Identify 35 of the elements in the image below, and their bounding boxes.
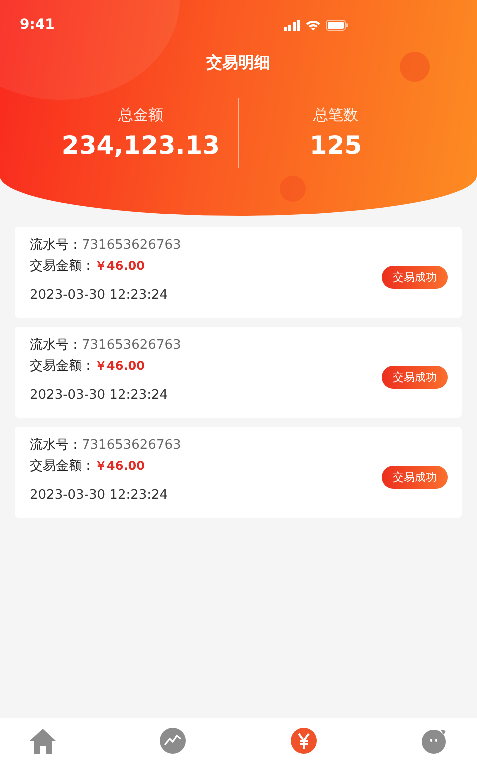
page-title: 交易明细 [206, 53, 270, 74]
tab-item[interactable] [28, 726, 58, 756]
summary-value: 125 [310, 131, 362, 160]
transaction-datetime: 2023-03-30 12:23:24 [30, 388, 170, 403]
serial-label: 流水号： [30, 338, 82, 353]
status-badge: 交易成功 [382, 366, 448, 388]
serial-number: 731653626763 [82, 438, 182, 453]
status-badge: 交易成功 [382, 266, 448, 288]
amount-label: 交易金额： [30, 459, 95, 474]
face-icon [420, 728, 447, 754]
signal-icon [284, 20, 301, 30]
tab-item[interactable] [288, 726, 319, 756]
serial-number: 731653626763 [82, 238, 182, 253]
trend-chart-icon [160, 728, 186, 754]
status-time: 9:41 [20, 17, 55, 33]
decorative-circle [400, 52, 430, 82]
serial-label: 流水号： [30, 238, 82, 253]
serial-label: 流水号： [30, 438, 82, 453]
summary-label: 总笔数 [314, 106, 358, 125]
wifi-icon [306, 20, 321, 30]
summary-value: 234,123.13 [62, 131, 220, 160]
status-badge: 交易成功 [382, 466, 448, 488]
transaction-datetime: 2023-03-30 12:23:24 [30, 288, 170, 303]
amount-value: ￥46.00 [95, 359, 145, 373]
amount-value: ￥46.00 [95, 459, 145, 473]
home-icon [29, 728, 57, 754]
battery-icon [326, 20, 349, 30]
amount-label: 交易金额： [30, 259, 95, 274]
amount-value: ￥46.00 [95, 259, 145, 273]
transaction-datetime: 2023-03-30 12:23:24 [30, 488, 170, 503]
tab-item[interactable] [158, 726, 188, 756]
serial-number: 731653626763 [82, 338, 182, 353]
amount-label: 交易金额： [30, 359, 95, 374]
summary-label: 总金额 [118, 106, 164, 125]
yen-icon [290, 728, 317, 754]
